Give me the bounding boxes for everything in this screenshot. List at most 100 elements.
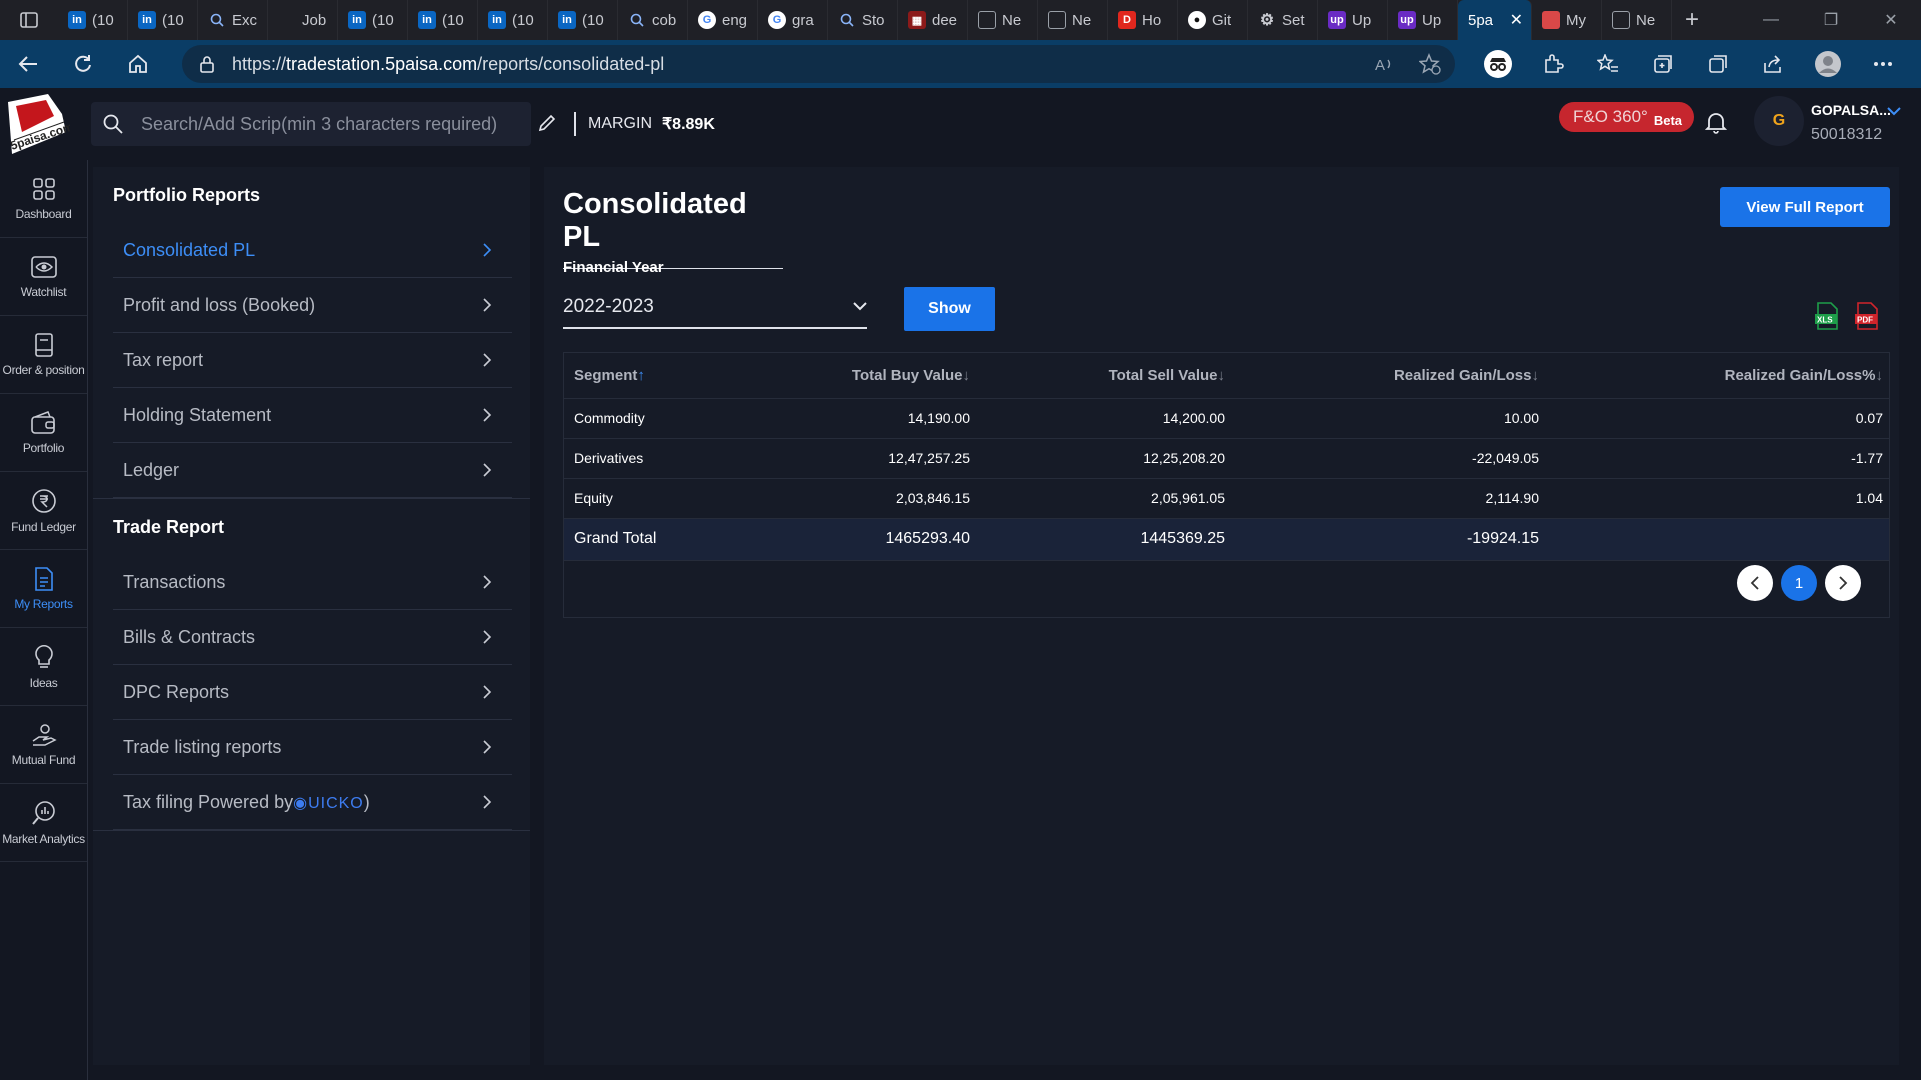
bell-icon[interactable] [1705,110,1727,134]
browser-tab[interactable]: Exc [198,0,268,40]
browser-tab[interactable]: in (10 [338,0,408,40]
incognito-icon[interactable] [1470,40,1525,88]
column-header[interactable]: Total Buy Value↓ [684,353,976,399]
menu-item[interactable]: Transactions [113,555,512,610]
nav-item-mutual-fund[interactable]: Mutual Fund [0,706,87,784]
browser-tab[interactable]: Ne [1038,0,1108,40]
column-header[interactable]: Segment↑ [564,353,684,399]
more-menu-icon[interactable] [1855,40,1910,88]
view-full-report-button[interactable]: View Full Report [1720,187,1890,227]
menu-item[interactable]: Profit and loss (Booked) [113,278,512,333]
favorites-icon[interactable] [1580,40,1635,88]
table-cell: 0.07 [1545,398,1889,439]
profile-icon[interactable] [1800,40,1855,88]
page-button-current[interactable]: 1 [1781,565,1817,601]
sort-down-icon[interactable]: ↓ [1532,367,1540,384]
5paisa-logo[interactable]: 5paisa.com [4,92,70,156]
browser-tab[interactable]: in (10 [478,0,548,40]
browser-tab[interactable]: Geng [688,0,758,40]
add-favorite-icon[interactable] [1419,53,1441,75]
browser-tab[interactable]: D Ho [1108,0,1178,40]
financial-year-select[interactable]: 2022-2023 [563,287,867,329]
nav-item-ideas[interactable]: Ideas [0,628,87,706]
nav-item-watchlist[interactable]: Watchlist [0,238,87,316]
next-page-button[interactable] [1825,565,1861,601]
address-bar[interactable]: https://tradestation.5paisa.com/reports/… [182,45,1455,83]
sort-down-icon[interactable]: ↓ [1218,367,1226,384]
collections-icon[interactable] [1635,40,1690,88]
menu-item[interactable]: Tax report [113,333,512,388]
avatar[interactable]: G [1754,96,1804,146]
eye-icon [30,255,57,279]
extensions-icon[interactable] [1525,40,1580,88]
minimize-button[interactable]: — [1741,0,1801,40]
browser-tab[interactable]: ▦ dee [898,0,968,40]
hand-coin-icon [31,723,57,747]
nav-item-market-analytics[interactable]: Market Analytics [0,784,87,862]
table-cell: -22,049.05 [1231,438,1545,479]
scrip-search[interactable] [91,102,531,146]
nav-item-my-reports[interactable]: My Reports [0,550,87,628]
read-aloud-icon[interactable]: A [1375,55,1395,73]
back-button[interactable] [0,40,55,88]
menu-item[interactable]: Tax filing Powered by ◉UICKO) [113,775,512,830]
sort-down-icon[interactable]: ↓ [963,367,971,384]
browser-tab[interactable]: Ne [968,0,1038,40]
column-header[interactable]: Realized Gain/Loss%↓ [1545,353,1889,399]
fno-360-button[interactable]: F&O 360° Beta [1559,102,1694,132]
column-header[interactable]: Realized Gain/Loss↓ [1231,353,1545,399]
menu-item[interactable]: Ledger [113,443,512,498]
sort-up-icon[interactable]: ↑ [637,367,645,384]
column-header[interactable]: Total Sell Value↓ [976,353,1231,399]
financial-year-value: 2022-2023 [563,296,654,317]
menu-item[interactable]: Holding Statement [113,388,512,443]
nav-label: My Reports [14,596,73,611]
refresh-button[interactable] [55,40,110,88]
nav-item-portfolio[interactable]: Portfolio [0,394,87,472]
menu-item[interactable]: Trade listing reports [113,720,512,775]
maximize-button[interactable]: ❐ [1801,0,1861,40]
browser-tab[interactable]: ⚙ Set [1248,0,1318,40]
browser-tab[interactable]: cob [618,0,688,40]
search-input[interactable] [141,113,501,135]
browser-tab[interactable]: in (10 [548,0,618,40]
nav-item-order-position[interactable]: Order & position [0,316,87,394]
browser-tab[interactable]: Job [268,0,338,40]
nav-item-fund-ledger[interactable]: Fund Ledger [0,472,87,550]
browser-tab[interactable]: ● Git [1178,0,1248,40]
browser-tab[interactable]: Sto [828,0,898,40]
browser-tab[interactable]: in (10 [58,0,128,40]
reports-menu: Portfolio Reports Consolidated PL Profit … [93,167,530,1065]
close-window-button[interactable]: ✕ [1861,0,1921,40]
browser-tab[interactable]: up Up [1388,0,1458,40]
browser-tab[interactable]: in (10 [408,0,478,40]
pencil-icon[interactable] [538,114,556,132]
browser-tab[interactable]: Ne [1602,0,1672,40]
tab-actions-icon[interactable] [0,0,58,40]
chevron-down-icon[interactable] [1887,106,1901,116]
home-button[interactable] [110,40,165,88]
copy-icon[interactable] [1690,40,1745,88]
browser-toolbar: https://tradestation.5paisa.com/reports/… [0,40,1921,88]
new-tab-button[interactable]: + [1672,0,1712,40]
lock-icon[interactable] [200,55,214,73]
menu-item[interactable]: Bills & Contracts [113,610,512,665]
close-tab-icon[interactable]: ✕ [1510,10,1531,30]
sort-down-icon[interactable]: ↓ [1876,367,1884,384]
menu-item[interactable]: DPC Reports [113,665,512,720]
pdf-download-icon[interactable]: PDF [1854,302,1880,330]
tab-active[interactable]: 5pa ✕ [1458,0,1532,40]
user-id: 50018312 [1811,126,1883,143]
tab-label: Ne [1002,11,1022,29]
xls-download-icon[interactable]: XLS [1814,302,1840,330]
share-icon[interactable] [1745,40,1800,88]
menu-item[interactable]: Consolidated PL [113,223,512,278]
browser-tab[interactable]: in (10 [128,0,198,40]
browser-tab[interactable]: My [1532,0,1602,40]
nav-item-dashboard[interactable]: Dashboard [0,160,87,238]
prev-page-button[interactable] [1737,565,1773,601]
browser-tab[interactable]: Ggra [758,0,828,40]
user-info[interactable]: GOPALSA... 50018312 [1811,102,1891,144]
show-button[interactable]: Show [904,287,995,331]
browser-tab[interactable]: up Up [1318,0,1388,40]
